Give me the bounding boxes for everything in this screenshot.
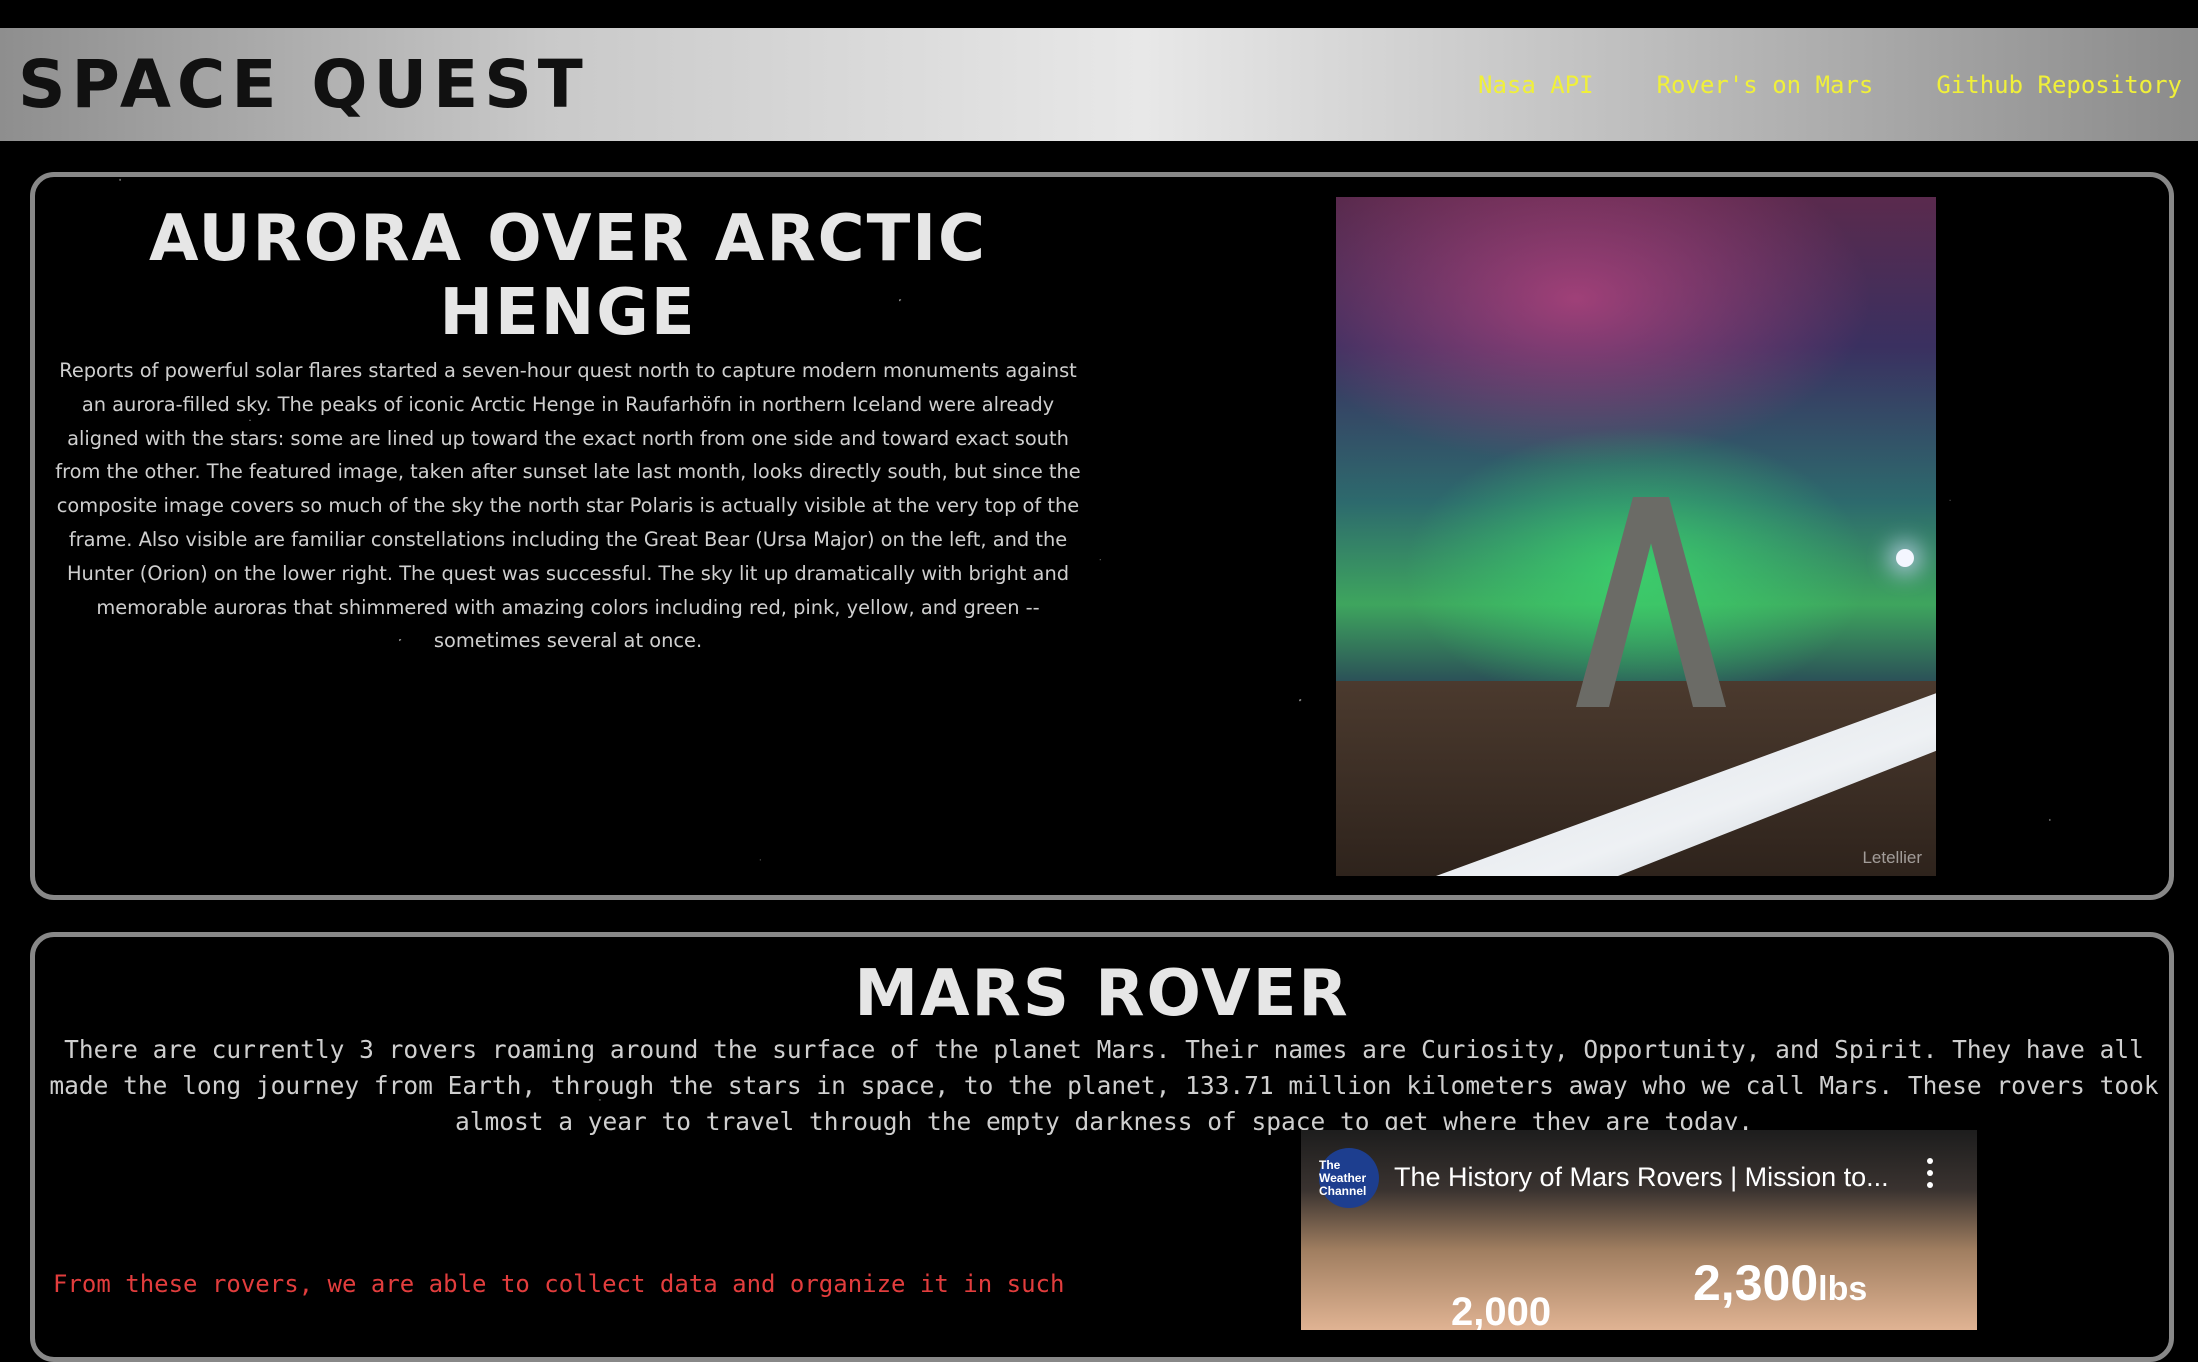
youtube-video-embed[interactable]: The Weather Channel The History of Mars … — [1301, 1130, 1977, 1330]
apod-image: Letellier — [1336, 197, 1936, 876]
nav-link-rovers-on-mars[interactable]: Rover's on Mars — [1657, 71, 1874, 99]
video-stat-unit: lbs — [1818, 1270, 1868, 1308]
nav-link-nasa-api[interactable]: Nasa API — [1478, 71, 1594, 99]
nav-links: Nasa API Rover's on Mars Github Reposito… — [1478, 71, 2182, 99]
image-moon — [1896, 549, 1914, 567]
apod-explanation: Reports of powerful solar flares started… — [55, 359, 1081, 653]
video-stat-secondary: 2,000 — [1451, 1290, 1552, 1330]
site-logo[interactable]: SPACE QUEST — [18, 46, 589, 123]
apod-text-column: AURORA OVER ARCTIC HENGE Reports of powe… — [53, 202, 1083, 658]
image-henge-arch — [1576, 497, 1726, 707]
mars-rover-title: MARS ROVER — [854, 957, 1350, 1031]
video-stat-value: 2,300 — [1693, 1255, 1819, 1311]
video-title[interactable]: The History of Mars Rovers | Mission to.… — [1394, 1162, 1889, 1193]
apod-title: AURORA OVER ARCTIC HENGE — [148, 202, 988, 350]
video-stat-weight: 2,300lbs — [1693, 1254, 1867, 1312]
mars-rover-card: MARS ROVER There are currently 3 rovers … — [30, 932, 2174, 1362]
image-credit: Letellier — [1862, 848, 1922, 867]
nav-link-github-repository[interactable]: Github Repository — [1936, 71, 2182, 99]
more-options-icon[interactable] — [1921, 1158, 1939, 1188]
weather-channel-logo[interactable]: The Weather Channel — [1319, 1148, 1379, 1208]
navbar: SPACE QUEST Nasa API Rover's on Mars Git… — [0, 28, 2198, 141]
apod-card: AURORA OVER ARCTIC HENGE Reports of powe… — [30, 172, 2174, 900]
mars-data-text: From these rovers, we are able to collec… — [53, 1270, 1065, 1298]
mars-rover-description: There are currently 3 rovers roaming aro… — [49, 1035, 2159, 1136]
